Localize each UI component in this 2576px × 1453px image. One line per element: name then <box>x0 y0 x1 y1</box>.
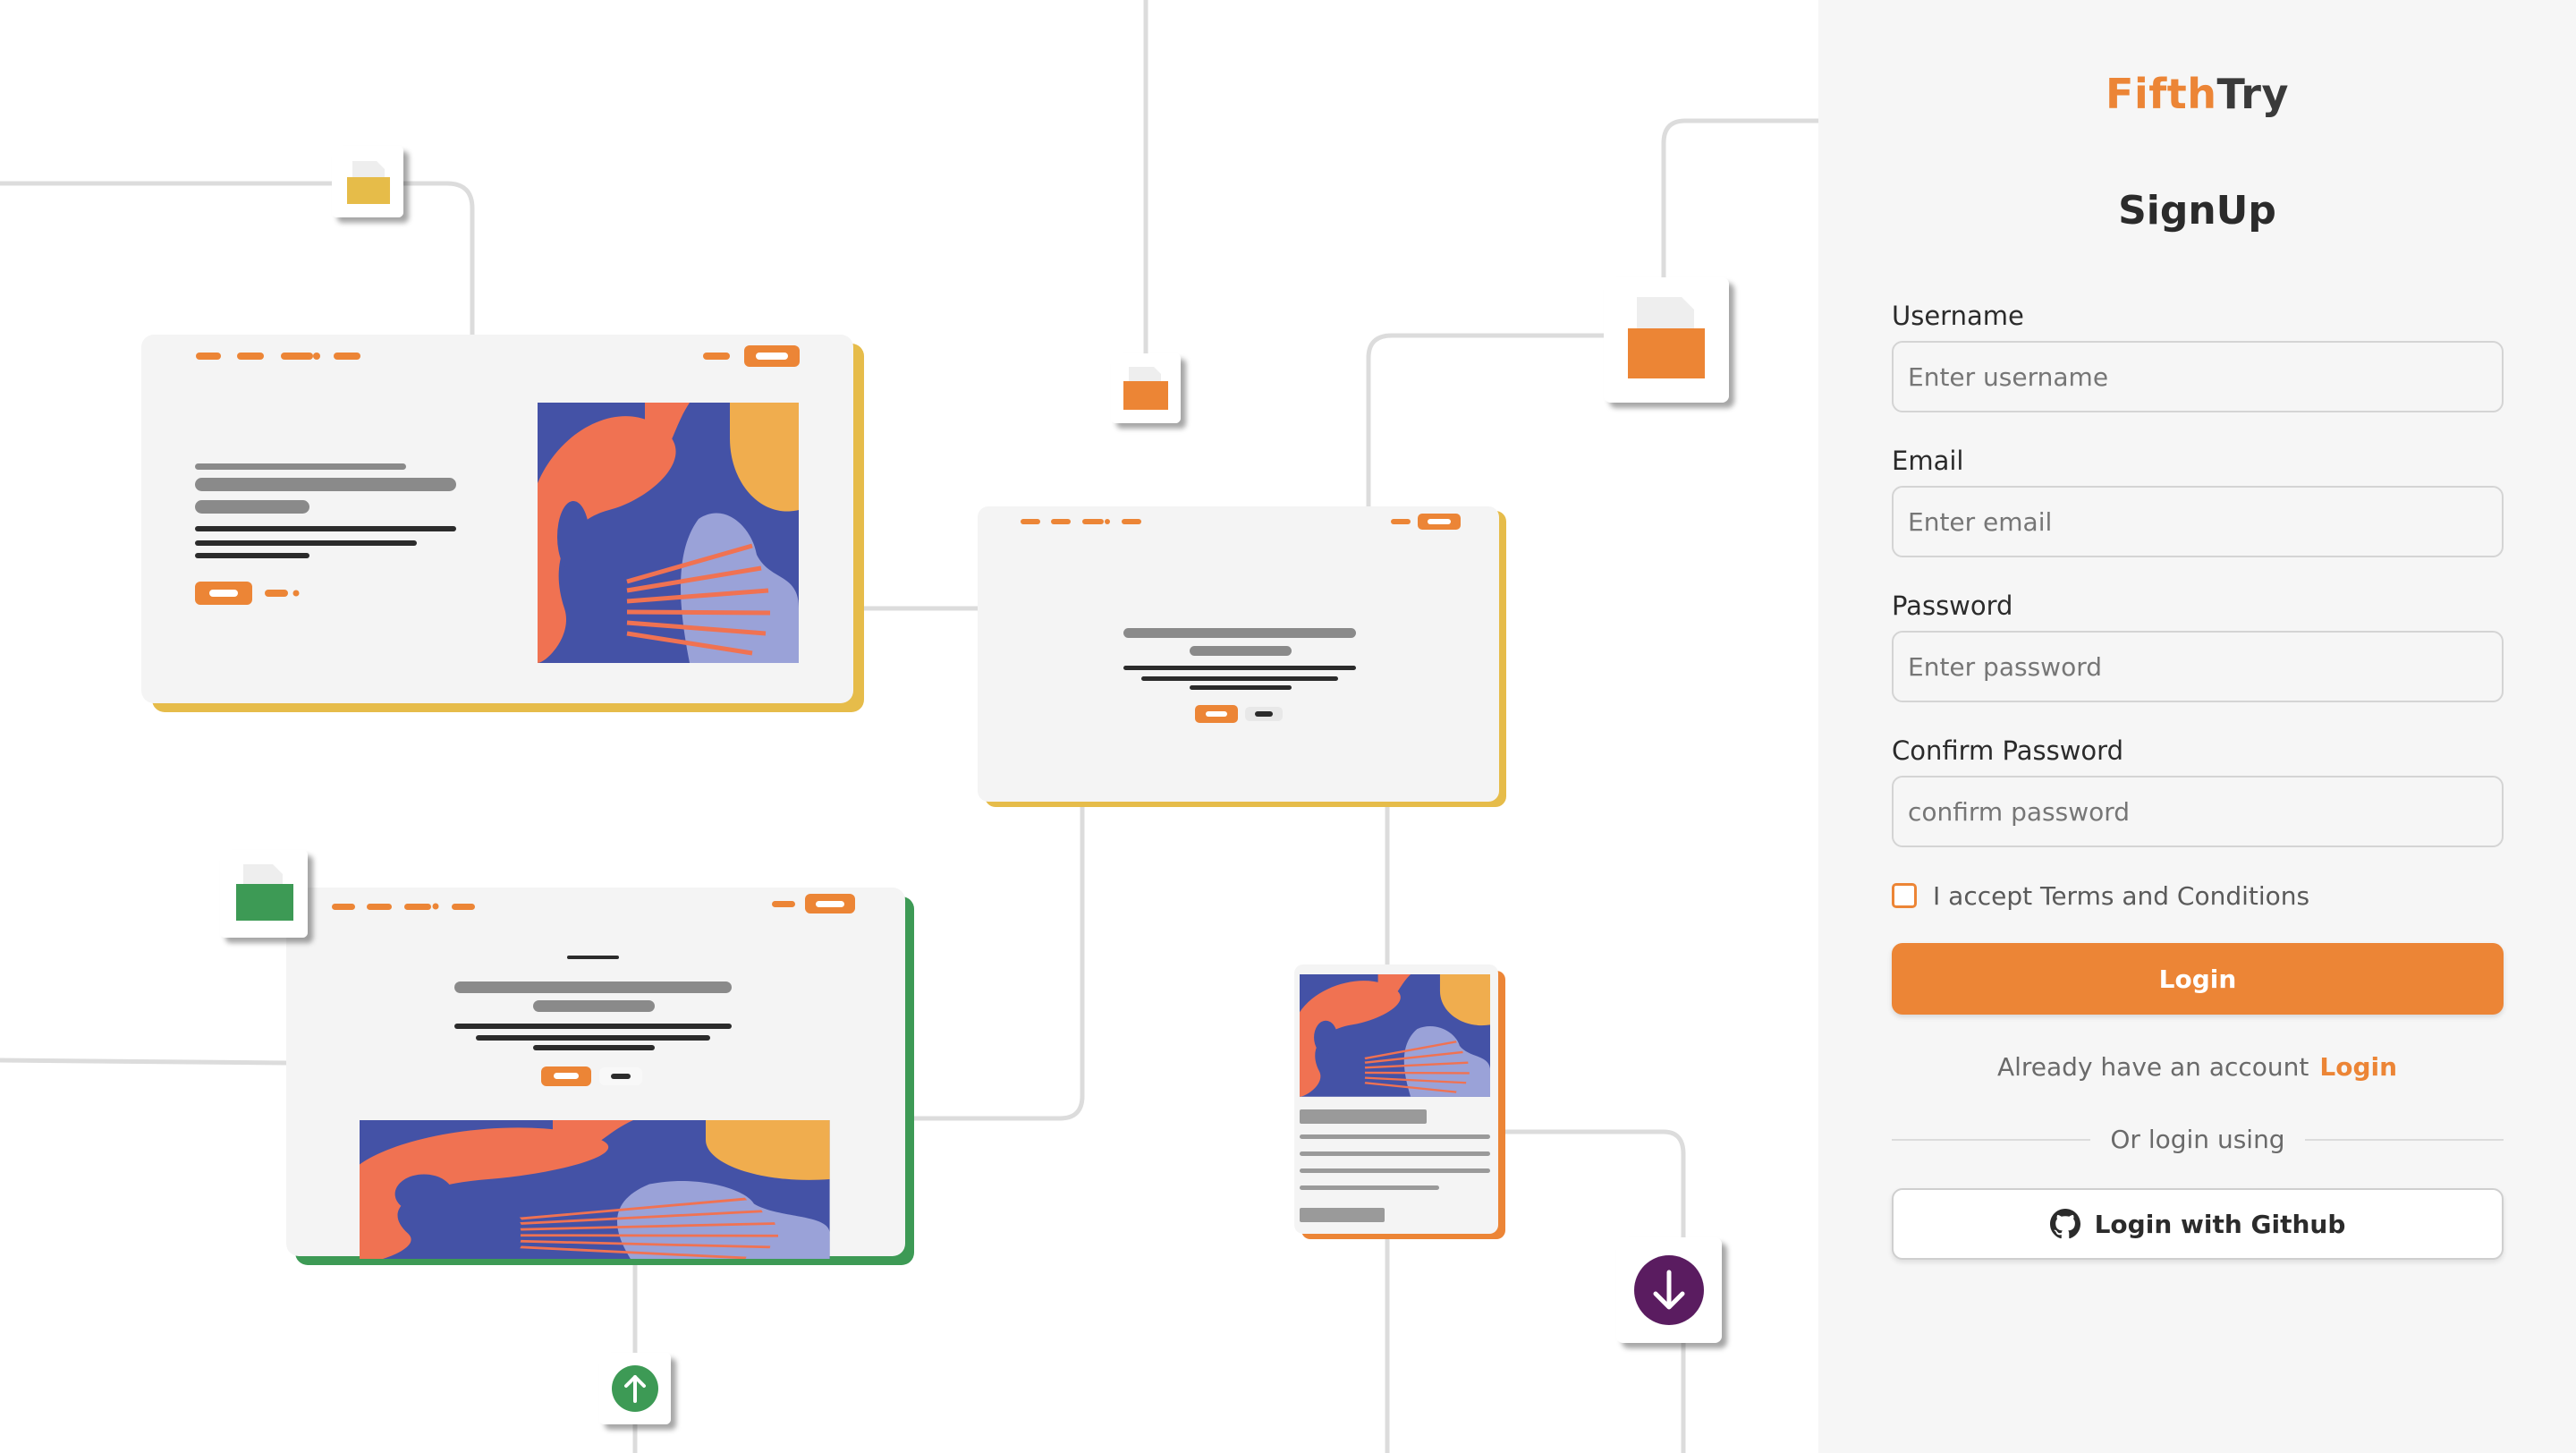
arrow-down-icon <box>1616 1237 1722 1343</box>
terms-checkbox[interactable] <box>1892 883 1917 908</box>
or-divider: Or login using <box>1892 1125 2504 1155</box>
confirm-password-field[interactable] <box>1892 776 2504 847</box>
username-field[interactable] <box>1892 341 2504 412</box>
page-title: SignUp <box>2118 188 2276 234</box>
login-button[interactable]: Login <box>1892 943 2504 1015</box>
already-account-text: Already have an account <box>1996 1052 2309 1082</box>
folder-icon <box>1111 353 1181 423</box>
github-login-button[interactable]: Login with Github <box>1892 1188 2504 1260</box>
or-login-using-text: Or login using <box>2110 1125 2285 1154</box>
arrow-up-icon <box>599 1353 671 1424</box>
username-label: Username <box>1892 301 2024 331</box>
brand-logo: FifthTry <box>1818 70 2576 118</box>
folder-icon <box>332 146 403 217</box>
github-login-label: Login with Github <box>2094 1209 2346 1239</box>
login-link[interactable]: Login <box>2319 1052 2397 1082</box>
already-account-row: Already have an account Login <box>1818 1052 2576 1082</box>
email-label: Email <box>1892 446 1964 476</box>
terms-label: I accept Terms and Conditions <box>1933 880 2310 911</box>
brand-part-2: Try <box>2216 70 2289 118</box>
card-preview-1 <box>141 335 864 712</box>
terms-row: I accept Terms and Conditions <box>1892 880 2309 911</box>
email-field[interactable] <box>1892 486 2504 557</box>
card-preview-2 <box>978 506 1506 807</box>
folder-icon <box>1604 277 1729 403</box>
password-label: Password <box>1892 591 2013 621</box>
github-icon <box>2049 1209 2080 1239</box>
card-preview-3 <box>286 888 914 1265</box>
signup-panel: FifthTry SignUp Username Email Password … <box>1818 0 2576 1453</box>
illustration <box>0 0 1818 1453</box>
card-preview-4 <box>1294 964 1505 1239</box>
folder-icon <box>220 850 308 938</box>
brand-part-1: Fifth <box>2106 70 2217 118</box>
confirm-password-label: Confirm Password <box>1892 735 2123 766</box>
password-field[interactable] <box>1892 631 2504 702</box>
